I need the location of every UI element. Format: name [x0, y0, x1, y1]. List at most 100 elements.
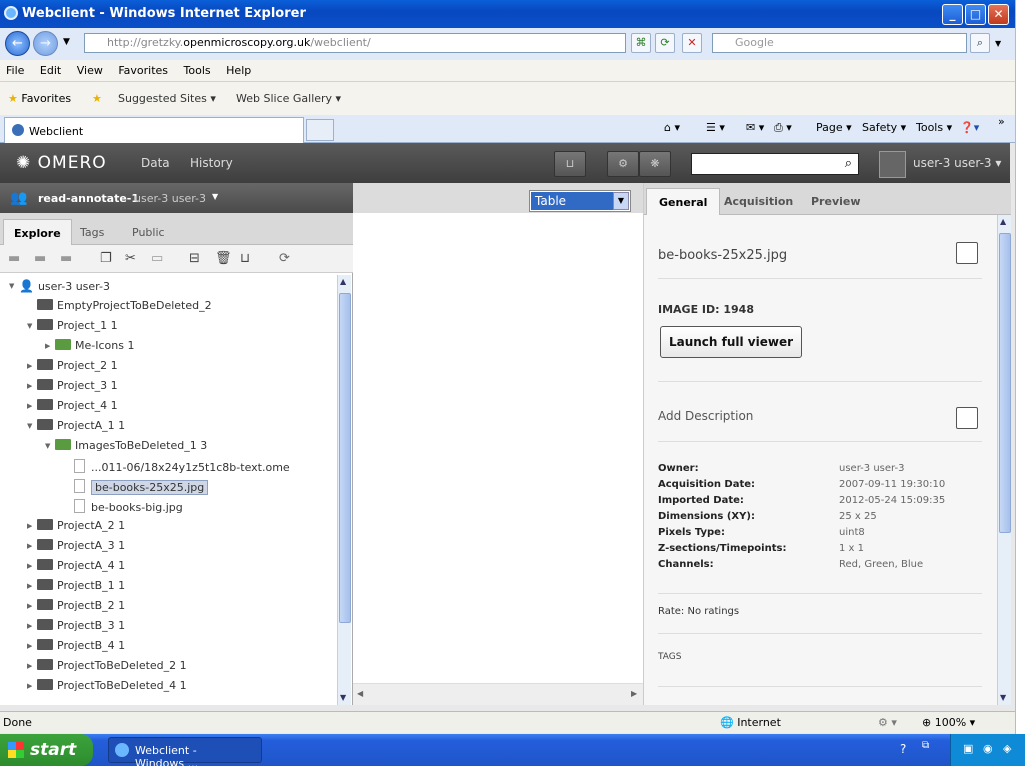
new-project-icon[interactable]: ▬	[34, 251, 46, 266]
feeds-icon[interactable]: ☰ ▾	[706, 121, 725, 134]
taskbar-item-webclient[interactable]: Webclient - Windows ...	[108, 737, 262, 766]
menu-file[interactable]: File	[0, 60, 30, 81]
chevron-down-icon[interactable]: ▼	[212, 192, 218, 201]
menu-favorites[interactable]: Favorites	[112, 60, 174, 81]
scroll-up-icon[interactable]: ▲	[1000, 217, 1006, 226]
favorites-button[interactable]: ★ Favorites	[8, 92, 71, 105]
web-slice-gallery-link[interactable]: Web Slice Gallery ▾	[236, 92, 341, 105]
tree-project-node[interactable]: ▼ ProjectA_1 1	[27, 419, 125, 437]
tree-project-node[interactable]: ▶ ProjectB_3 1	[27, 619, 125, 637]
right-scrollbar[interactable]: ▲ ▼	[997, 215, 1011, 705]
tree-project-node[interactable]: ▶ ProjectA_4 1	[27, 559, 125, 577]
refresh-icon[interactable]: ⟳	[279, 251, 290, 266]
tree-dataset-node[interactable]: ▶ Me-Icons 1	[45, 339, 134, 357]
security-icon[interactable]: ◈	[1003, 742, 1011, 755]
remove-icon[interactable]: ⊟	[189, 251, 200, 266]
window-title-bar[interactable]: Webclient - Windows Internet Explorer _ …	[0, 0, 1015, 28]
collapsed-arrow-icon[interactable]: ▶	[27, 402, 32, 410]
new-folder-icon[interactable]: ▬	[8, 251, 20, 266]
stop-icon[interactable]: ✕	[682, 33, 702, 53]
tree-project-node[interactable]: ▶ ProjectA_3 1	[27, 539, 125, 557]
search-input[interactable]: Google	[712, 33, 967, 53]
left-scrollbar[interactable]: ▲ ▼	[337, 275, 351, 705]
basket-icon[interactable]: ⊔	[554, 151, 586, 177]
safety-menu[interactable]: Safety ▾	[862, 121, 906, 134]
cut-icon[interactable]: ✂	[125, 251, 136, 266]
browser-tab-webclient[interactable]: Webclient	[4, 117, 304, 143]
help-tray-icon[interactable]: ?	[900, 742, 906, 756]
close-button[interactable]: ✕	[988, 4, 1009, 25]
tree-dataset-node[interactable]: ▼ ImagesToBeDeleted_1 3	[45, 439, 207, 457]
network-icon[interactable]: ▣	[963, 742, 973, 755]
collapsed-arrow-icon[interactable]: ▶	[27, 382, 32, 390]
edit-description-button[interactable]	[956, 407, 978, 429]
view-select[interactable]: Table ▼	[529, 190, 631, 212]
display-tray-icon[interactable]: ⧉	[922, 740, 929, 751]
tree-project-node[interactable]: ▶ ProjectA_2 1	[27, 519, 125, 537]
expanded-arrow-icon[interactable]: ▼	[27, 422, 32, 430]
forward-button[interactable]: →	[33, 31, 58, 56]
collapsed-arrow-icon[interactable]: ▶	[27, 542, 32, 550]
menu-view[interactable]: View	[71, 60, 109, 81]
collapsed-arrow-icon[interactable]: ▶	[27, 522, 32, 530]
tab-tags[interactable]: Tags	[70, 219, 114, 245]
delete-icon[interactable]: 🗑	[215, 251, 232, 266]
tree-project-node[interactable]: ▶ Project_4 1	[27, 399, 118, 417]
collapse-right-icon[interactable]: ▶	[631, 689, 637, 698]
tree-user-node[interactable]: ▼ 👤 user-3 user-3	[9, 279, 110, 297]
menu-edit[interactable]: Edit	[34, 60, 67, 81]
tree-project-node[interactable]: ▶ ProjectToBeDeleted_2 1	[27, 659, 187, 677]
copy-icon[interactable]: ❐	[100, 251, 112, 266]
collapsed-arrow-icon[interactable]: ▶	[27, 662, 32, 670]
new-dataset-icon[interactable]: ▬	[60, 251, 72, 266]
tree-project-node[interactable]: EmptyProjectToBeDeleted_2	[37, 299, 212, 317]
tree-project-node[interactable]: ▶ ProjectToBeDeleted_4 1	[27, 679, 187, 697]
collapsed-arrow-icon[interactable]: ▶	[27, 642, 32, 650]
print-icon[interactable]: ⎙ ▾	[774, 121, 792, 135]
scroll-up-icon[interactable]: ▲	[340, 277, 346, 286]
collapsed-arrow-icon[interactable]: ▶	[27, 582, 32, 590]
expanded-arrow-icon[interactable]: ▼	[9, 282, 14, 290]
tree-project-node[interactable]: ▼ Project_1 1	[27, 319, 118, 337]
omero-logo[interactable]: ✺ OMERO	[16, 153, 107, 173]
refresh-icon[interactable]: ⟳	[655, 33, 675, 53]
tree-image-node[interactable]: be-books-25x25.jpg	[74, 479, 209, 497]
tab-general[interactable]: General	[646, 188, 721, 215]
scroll-thumb[interactable]	[339, 293, 351, 623]
volume-icon[interactable]: ◉	[983, 742, 993, 755]
zoom-control[interactable]: ⊕ 100% ▾	[922, 716, 975, 729]
search-icon[interactable]: ⌕	[970, 33, 990, 53]
tab-public[interactable]: Public	[122, 219, 175, 245]
tab-explore[interactable]: Explore	[3, 219, 72, 245]
suggested-sites-link[interactable]: Suggested Sites ▾	[118, 92, 216, 105]
tab-preview[interactable]: Preview	[799, 188, 873, 215]
omero-search-input[interactable]: ⌕	[691, 153, 859, 175]
menu-help[interactable]: Help	[220, 60, 257, 81]
tab-acquisition[interactable]: Acquisition	[712, 188, 805, 215]
tree-project-node[interactable]: ▶ ProjectB_4 1	[27, 639, 125, 657]
group-selector[interactable]: 👥 read-annotate-1 user-3 user-3 ▼	[0, 183, 353, 213]
history-dropdown-icon[interactable]: ▼	[63, 37, 70, 47]
collapsed-arrow-icon[interactable]: ▶	[27, 622, 32, 630]
settings-gear-icon[interactable]: ⚙	[607, 151, 639, 177]
start-button[interactable]: start	[0, 734, 93, 766]
launch-full-viewer-button[interactable]: Launch full viewer	[660, 326, 802, 358]
new-tab-button[interactable]	[306, 119, 334, 141]
mail-icon[interactable]: ✉ ▾	[746, 121, 764, 134]
tree-project-node[interactable]: ▶ ProjectB_2 1	[27, 599, 125, 617]
scroll-thumb[interactable]	[999, 233, 1011, 533]
tools-menu[interactable]: Tools ▾	[916, 121, 952, 134]
expanded-arrow-icon[interactable]: ▼	[45, 442, 50, 450]
collapsed-arrow-icon[interactable]: ▶	[27, 602, 32, 610]
tree-project-node[interactable]: ▶ Project_2 1	[27, 359, 118, 377]
tree-image-node[interactable]: be-books-big.jpg	[74, 499, 183, 517]
collapsed-arrow-icon[interactable]: ▶	[45, 342, 50, 350]
tree-image-node[interactable]: ...011-06/18x24y1z5t1c8b-text.ome	[74, 459, 290, 477]
menu-tools[interactable]: Tools	[178, 60, 217, 81]
chevron-more-icon[interactable]: »	[998, 115, 1005, 128]
protected-mode-icon[interactable]: ⚙ ▾	[878, 716, 897, 729]
collapsed-arrow-icon[interactable]: ▶	[27, 682, 32, 690]
tree-project-node[interactable]: ▶ ProjectB_1 1	[27, 579, 125, 597]
basket-icon[interactable]: ⊔	[240, 251, 250, 266]
minimize-button[interactable]: _	[942, 4, 963, 25]
